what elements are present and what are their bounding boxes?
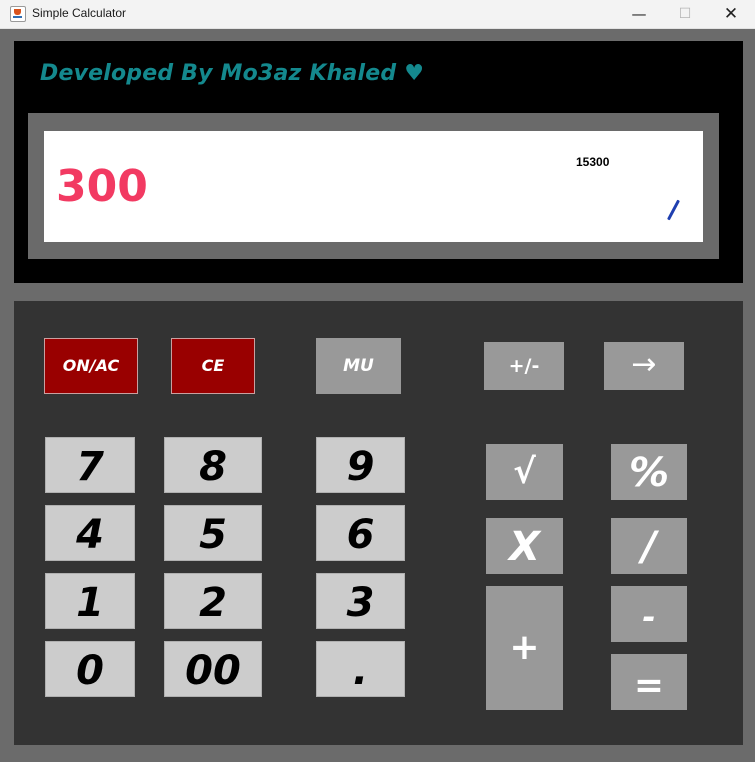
on-ac-button[interactable]: ON/AC — [44, 338, 138, 394]
plus-button[interactable]: + — [486, 586, 563, 710]
display-panel: Developed By Mo3az Khaled ♥ 300 15300 — [14, 41, 743, 283]
percent-button[interactable]: % — [611, 444, 687, 500]
key-1[interactable]: 1 — [45, 573, 135, 629]
backspace-button[interactable]: → — [604, 342, 684, 390]
display-screen: 300 15300 — [44, 131, 703, 242]
key-7[interactable]: 7 — [45, 437, 135, 493]
mu-button[interactable]: MU — [316, 338, 401, 394]
plus-minus-button[interactable]: +/- — [484, 342, 564, 390]
key-0[interactable]: 0 — [45, 641, 135, 697]
key-4[interactable]: 4 — [45, 505, 135, 561]
key-8[interactable]: 8 — [164, 437, 262, 493]
close-button[interactable]: ✕ — [708, 0, 754, 28]
keypad-panel: ON/AC CE MU +/- → 7 8 9 4 5 6 1 2 3 0 00… — [14, 301, 743, 745]
title-bar: Simple Calculator — ☐ ✕ — [0, 0, 755, 29]
ce-button[interactable]: CE — [171, 338, 255, 394]
minimize-button[interactable]: — — [616, 0, 662, 28]
window-title: Simple Calculator — [32, 6, 127, 20]
minus-button[interactable]: - — [611, 586, 687, 642]
key-6[interactable]: 6 — [316, 505, 405, 561]
display-frame: 300 15300 — [28, 113, 719, 259]
java-app-icon — [10, 6, 26, 22]
developer-credit: Developed By Mo3az Khaled ♥ — [40, 61, 425, 86]
display-value: 300 — [56, 161, 148, 212]
maximize-button[interactable]: ☐ — [662, 0, 708, 28]
display-history: 15300 — [576, 155, 610, 169]
equals-button[interactable]: = — [611, 654, 687, 710]
divide-button[interactable]: / — [611, 518, 687, 574]
key-3[interactable]: 3 — [316, 573, 405, 629]
decimal-point-button[interactable]: . — [316, 641, 405, 697]
key-5[interactable]: 5 — [164, 505, 262, 561]
key-2[interactable]: 2 — [164, 573, 262, 629]
sqrt-button[interactable]: √ — [486, 444, 563, 500]
cursor-mark — [667, 199, 680, 221]
multiply-button[interactable]: X — [486, 518, 563, 574]
key-9[interactable]: 9 — [316, 437, 405, 493]
key-00[interactable]: 00 — [164, 641, 262, 697]
